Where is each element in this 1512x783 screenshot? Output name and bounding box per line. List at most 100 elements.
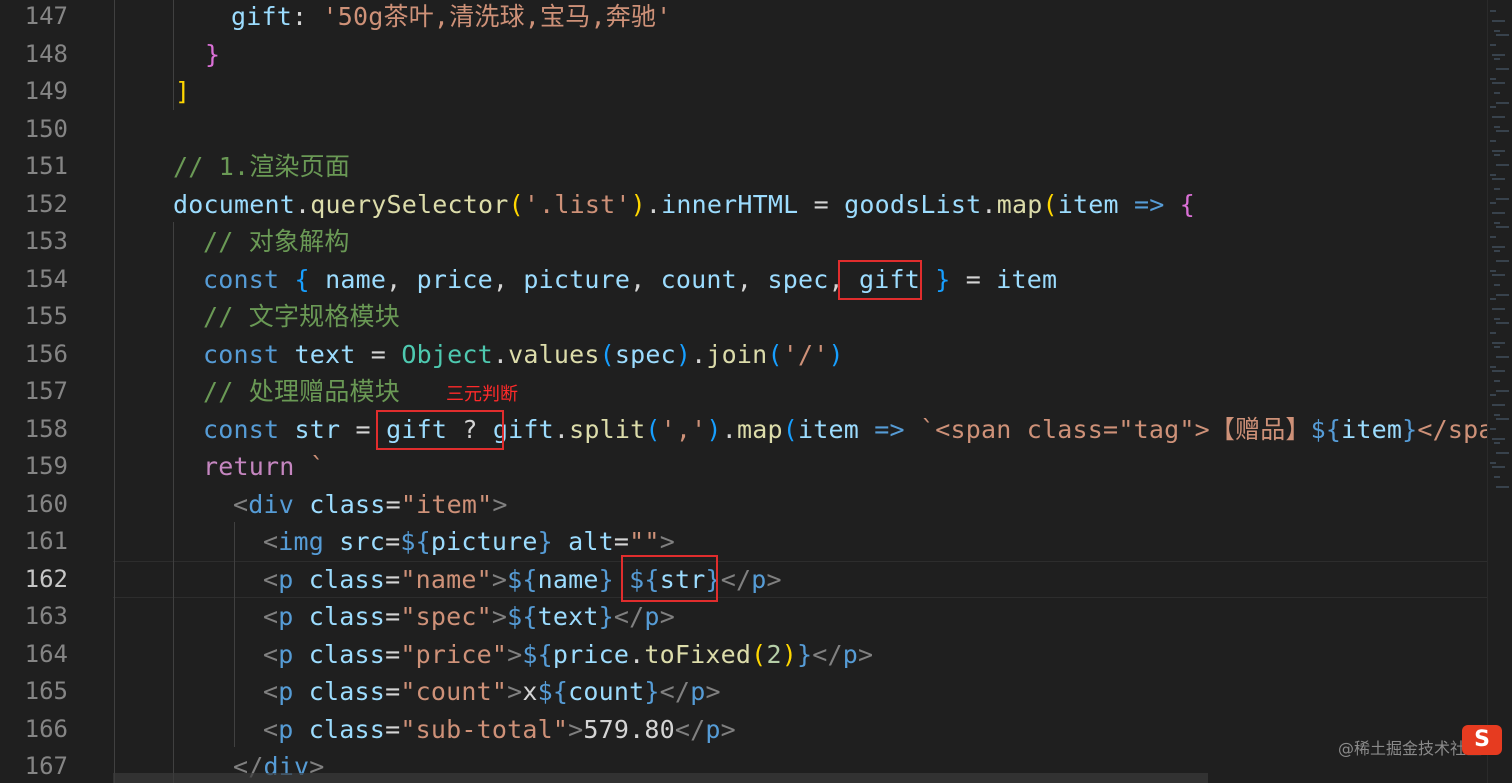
- minimap-line: [1496, 294, 1509, 296]
- code-token: values: [508, 339, 600, 369]
- code-token: >: [507, 639, 523, 669]
- code-line[interactable]: 155 // 文字规格模块: [0, 298, 1488, 336]
- code-line[interactable]: 154 const { name, price, picture, count, …: [0, 261, 1488, 299]
- code-text: }: [205, 36, 220, 74]
- minimap-line: [1494, 318, 1500, 320]
- code-token: p: [278, 602, 294, 631]
- code-line[interactable]: 160 <div class="item">: [0, 486, 1488, 524]
- code-token: }: [796, 639, 813, 669]
- code-token: toFixed: [644, 639, 752, 669]
- minimap-line: [1494, 222, 1500, 224]
- minimap-line: [1492, 54, 1505, 56]
- minimap[interactable]: [1487, 0, 1512, 783]
- code-token: }: [598, 602, 614, 631]
- annotation-label: 三元判断: [446, 384, 518, 405]
- code-token: map: [996, 189, 1043, 219]
- code-line[interactable]: 158 const str = gift ? gift.split(',').ma…: [0, 411, 1509, 449]
- code-token: p: [278, 677, 294, 706]
- code-line[interactable]: 150: [0, 111, 1488, 149]
- code-line[interactable]: 153 // 对象解构: [0, 223, 1488, 261]
- code-token: .: [721, 414, 737, 444]
- code-token: >: [491, 564, 508, 594]
- code-token: =: [385, 564, 401, 594]
- code-token: div: [248, 489, 295, 519]
- code-token: `<span class="tag">【赠品】: [920, 414, 1311, 444]
- minimap-line: [1490, 236, 1496, 238]
- minimap-line: [1490, 462, 1496, 464]
- code-line[interactable]: 149]: [0, 73, 1488, 111]
- minimap-line: [1496, 198, 1509, 200]
- code-text: <img src=${picture} alt="">: [263, 523, 675, 561]
- line-number: 167: [24, 752, 68, 780]
- code-token: </: [613, 602, 645, 631]
- code-line[interactable]: 156 const text = Object.values(spec).join…: [0, 336, 1488, 374]
- code-token: {: [1179, 189, 1196, 219]
- code-line[interactable]: 165 <p class="count">x${count}</p>: [0, 673, 1488, 711]
- code-line[interactable]: 166 <p class="sub-total">579.80</p>: [0, 711, 1488, 749]
- code-token: =>: [1134, 189, 1165, 219]
- line-number: 153: [24, 227, 68, 255]
- code-line[interactable]: 147 gift: '50g茶叶,清洗球,宝马,奔驰': [0, 0, 1488, 36]
- code-token: >: [858, 639, 874, 669]
- code-text: const text = Object.values(spec).join('/…: [203, 336, 844, 374]
- minimap-line: [1490, 140, 1496, 142]
- code-token: const: [203, 339, 280, 369]
- minimap-line: [1494, 414, 1500, 416]
- code-token: return: [203, 452, 295, 481]
- code-token: p: [278, 564, 294, 594]
- minimap-line: [1494, 250, 1500, 252]
- minimap-line: [1494, 92, 1500, 94]
- line-number: 163: [24, 602, 68, 630]
- line-number: 148: [24, 39, 68, 68]
- indent-guide: [234, 522, 235, 747]
- code-line[interactable]: 164 <p class="price">${price.toFixed(2)}<…: [0, 636, 1488, 674]
- code-line[interactable]: 157 // 处理赠品模块: [0, 373, 1488, 411]
- code-token: alt: [568, 527, 614, 556]
- code-token: ${: [522, 639, 553, 669]
- minimap-line: [1492, 82, 1505, 84]
- code-token: p: [278, 714, 294, 744]
- code-text: return `: [203, 448, 325, 486]
- code-line[interactable]: 151 // 1.渲染页面: [0, 148, 1488, 186]
- code-token: "": [629, 527, 660, 556]
- minimap-line: [1490, 78, 1496, 80]
- code-token: const: [203, 414, 280, 444]
- code-token: // 1.渲染页面: [173, 152, 351, 181]
- code-token: querySelector: [310, 189, 509, 219]
- code-token: >: [766, 564, 782, 594]
- code-line[interactable]: 148}: [0, 36, 1488, 74]
- code-token: "item": [400, 489, 493, 519]
- code-token: text: [537, 602, 599, 631]
- code-token: }: [537, 527, 553, 556]
- code-line[interactable]: 163 <p class="spec">${text}</p>: [0, 598, 1488, 636]
- code-line[interactable]: 161 <img src=${picture} alt="">: [0, 523, 1488, 561]
- code-line[interactable]: 159 return `: [0, 448, 1488, 486]
- line-number: 152: [24, 189, 68, 218]
- code-token: p: [690, 677, 706, 706]
- code-token: ): [781, 639, 797, 669]
- code-text: // 处理赠品模块: [203, 373, 400, 411]
- code-token: =: [385, 602, 401, 631]
- minimap-line: [1494, 154, 1500, 156]
- code-editor[interactable]: 147 gift: '50g茶叶,清洗球,宝马,奔驰' 148} 149] 150 151…: [0, 0, 1509, 783]
- minimap-line: [1494, 380, 1500, 382]
- highlight-box-str-template: [621, 555, 718, 602]
- code-line[interactable]: 162 <p class="name">${name} ${str}</p>: [0, 561, 1488, 599]
- code-token: >: [659, 602, 675, 631]
- code-token: ${: [507, 602, 538, 631]
- minimap-line: [1492, 404, 1505, 406]
- code-token: split: [569, 414, 646, 444]
- code-token: =: [385, 527, 401, 556]
- minimap-line: [1490, 44, 1496, 46]
- code-text: <p class="sub-total">579.80</p>: [263, 711, 736, 749]
- minimap-line: [1494, 30, 1500, 32]
- indent-guide: [173, 222, 174, 783]
- highlight-box-ternary: [376, 410, 504, 450]
- horizontal-scrollbar[interactable]: [113, 773, 1208, 783]
- code-line[interactable]: 152 document.querySelector('.list').inner…: [0, 186, 1488, 224]
